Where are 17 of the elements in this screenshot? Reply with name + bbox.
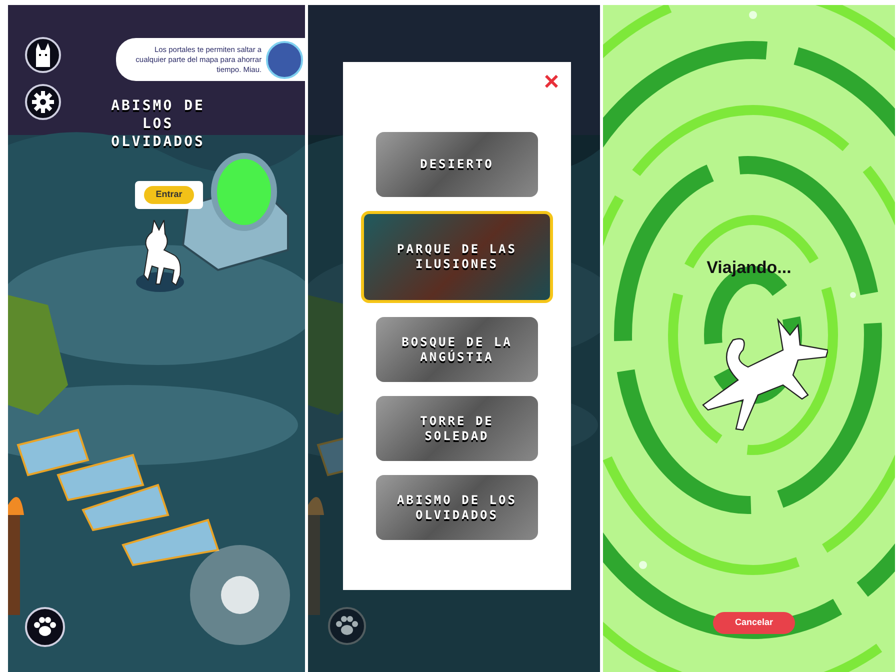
destination-card[interactable]: DESIERTO — [376, 132, 538, 197]
travel-status: Viajando... — [706, 257, 792, 279]
cat-drawing — [134, 220, 184, 292]
paw-icon — [335, 615, 359, 637]
paw-button[interactable] — [328, 607, 366, 645]
destination-card[interactable]: BOSQUE DE LA ANGÚSTIA — [376, 317, 538, 382]
guide-avatar — [266, 40, 303, 78]
destination-card[interactable]: PARQUE DE LAS ILUSIONES — [361, 211, 553, 303]
enter-button[interactable]: Entrar — [144, 186, 194, 204]
close-button[interactable]: × — [544, 68, 559, 94]
paw-icon — [33, 616, 57, 638]
destination-card[interactable]: TORRE DE SOLEDAD — [376, 396, 538, 461]
location-title: ABISMO DE LOS OLVIDADOS — [110, 97, 206, 151]
cat-head-icon — [33, 43, 53, 67]
cancel-button[interactable]: Cancelar — [713, 612, 795, 634]
settings-icon — [32, 91, 54, 113]
destination-card[interactable]: ABISMO DE LOS OLVIDADOS — [376, 475, 538, 540]
